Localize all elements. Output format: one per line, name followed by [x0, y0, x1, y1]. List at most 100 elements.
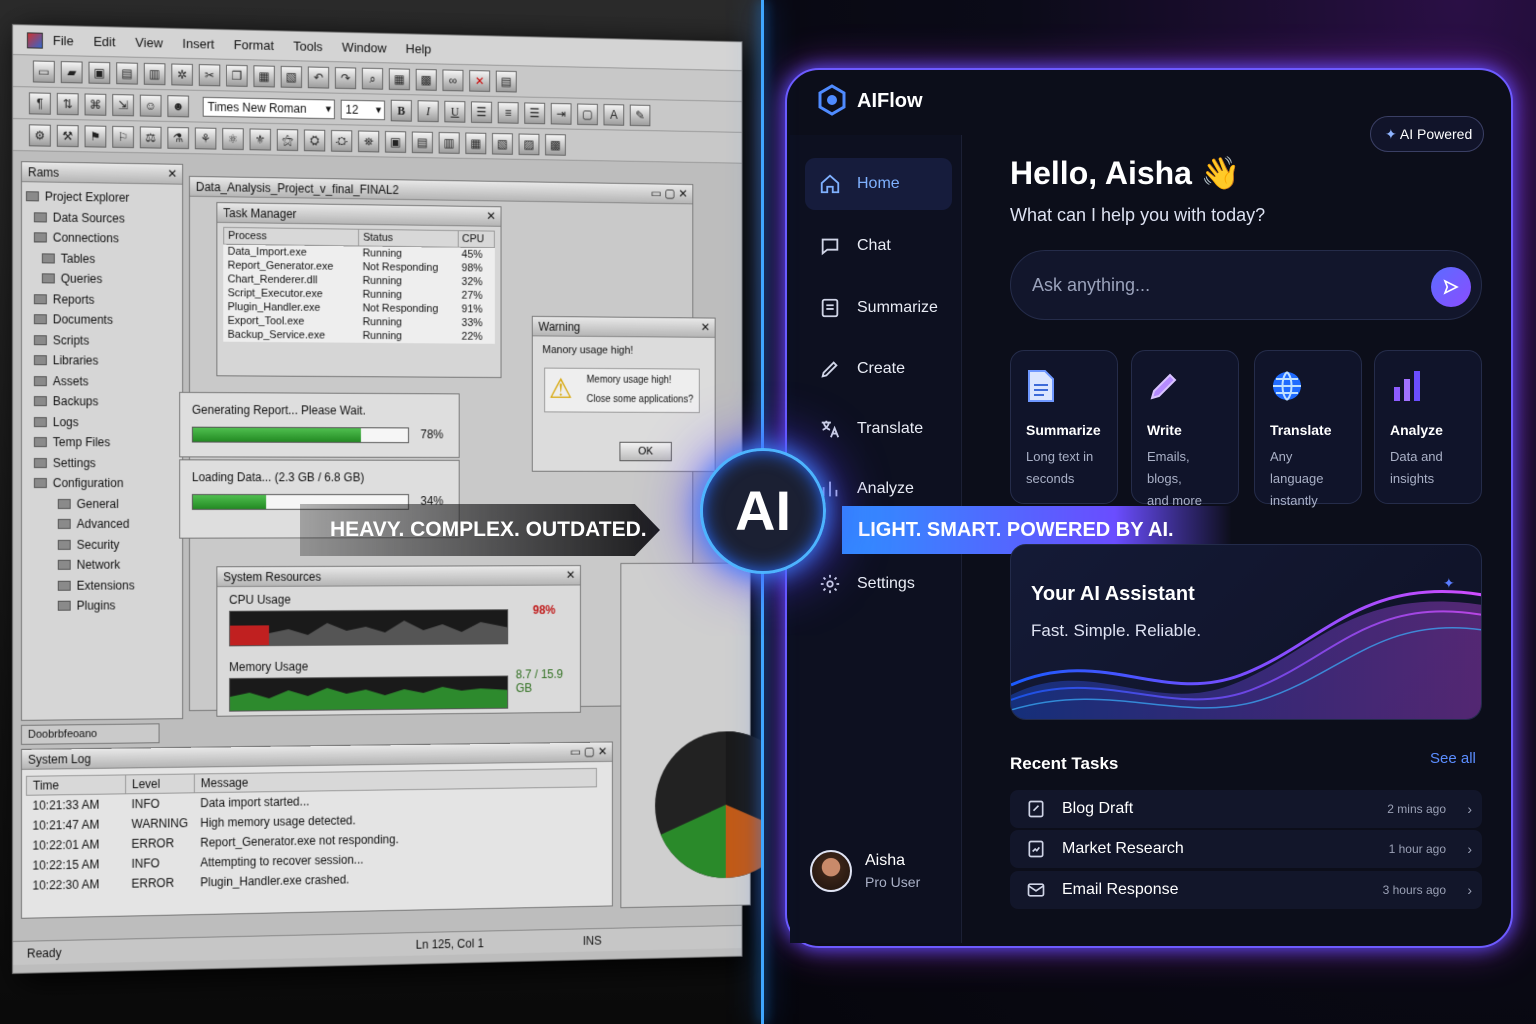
bottom-tab[interactable]: Doobrbfeoano: [20, 723, 160, 745]
tool-e-icon[interactable]: ⚖: [139, 125, 162, 149]
underline-button[interactable]: U: [444, 100, 466, 123]
column-header[interactable]: CPU: [457, 230, 495, 248]
tool-i-icon[interactable]: ⚜: [249, 127, 271, 151]
column-header[interactable]: Status: [358, 229, 458, 248]
tree-item[interactable]: Tables: [26, 248, 182, 270]
tree-item[interactable]: Assets: [26, 371, 182, 392]
tree-item[interactable]: Connections: [26, 227, 182, 249]
tool-l-icon[interactable]: ⛮: [331, 129, 353, 152]
bold-button[interactable]: B: [390, 99, 412, 122]
tree-item[interactable]: Configuration: [26, 473, 182, 494]
nav-translate[interactable]: Translate: [805, 403, 952, 455]
tool-s-icon[interactable]: ▨: [518, 133, 540, 155]
tool-m-icon[interactable]: ⛯: [358, 129, 380, 152]
highlight-icon[interactable]: ✎: [629, 104, 651, 126]
task-market-research[interactable]: Market Research 1 hour ago ›: [1010, 830, 1482, 868]
card-translate[interactable]: Translate Any language instantly: [1254, 350, 1362, 508]
menu-help[interactable]: Help: [406, 41, 432, 56]
window-controls-icon[interactable]: ▭ ▢ ✕: [651, 186, 688, 200]
tree-item[interactable]: Settings: [26, 453, 182, 474]
tool-n-icon[interactable]: ▣: [384, 130, 407, 153]
copy-icon[interactable]: ❐: [226, 64, 248, 87]
filter-icon[interactable]: ⌘: [84, 92, 107, 116]
tool-q-icon[interactable]: ▦: [465, 132, 487, 154]
close-icon[interactable]: ✕: [566, 568, 575, 582]
column-header[interactable]: Process: [223, 227, 359, 246]
link-icon[interactable]: ∞: [442, 68, 464, 91]
card-analyze[interactable]: Analyze Data and insights: [1374, 350, 1482, 504]
tool-a-icon[interactable]: ⚙: [28, 123, 51, 147]
menu-file[interactable]: File: [53, 33, 74, 48]
open-folder-icon[interactable]: ▰: [60, 60, 83, 83]
align-right-icon[interactable]: ☰: [524, 101, 546, 124]
border-icon[interactable]: ▢: [577, 103, 598, 125]
group-icon[interactable]: ☻: [167, 94, 189, 117]
tool-g-icon[interactable]: ⚘: [194, 126, 217, 150]
chart-icon[interactable]: ▩: [415, 68, 437, 91]
column-header[interactable]: Level: [125, 773, 195, 794]
tree-item[interactable]: Scripts: [26, 330, 182, 352]
font-size-select[interactable]: 12: [340, 99, 385, 120]
tool-r-icon[interactable]: ▧: [492, 132, 513, 155]
column-header[interactable]: Time: [26, 774, 126, 796]
tree-item[interactable]: Extensions: [26, 575, 182, 596]
tool-b-icon[interactable]: ⚒: [56, 124, 79, 147]
nav-summarize[interactable]: Summarize: [805, 282, 952, 334]
tool-k-icon[interactable]: ⛭: [303, 128, 326, 152]
ask-input[interactable]: [1032, 268, 1412, 302]
sort-icon[interactable]: ⇅: [56, 92, 79, 115]
tool-d-icon[interactable]: ⚐: [112, 125, 134, 148]
ok-button[interactable]: OK: [619, 441, 672, 462]
tool-j-icon[interactable]: ⚝: [276, 128, 299, 151]
nav-home[interactable]: Home: [805, 158, 952, 210]
menu-edit[interactable]: Edit: [93, 34, 115, 49]
tree-item[interactable]: General: [26, 494, 182, 514]
undo-icon[interactable]: ↶: [307, 65, 330, 89]
print-preview-icon[interactable]: ▥: [143, 62, 166, 85]
tree-item[interactable]: Project Explorer: [25, 186, 182, 209]
menu-window[interactable]: Window: [342, 40, 387, 56]
tree-item[interactable]: Plugins: [26, 595, 182, 616]
tree-item[interactable]: Temp Files: [26, 432, 182, 453]
task-email-response[interactable]: Email Response 3 hours ago ›: [1010, 871, 1482, 909]
tree-item[interactable]: Network: [26, 555, 182, 576]
close-icon[interactable]: ✕: [486, 209, 496, 223]
redo-icon[interactable]: ↷: [334, 66, 357, 89]
menu-format[interactable]: Format: [234, 37, 274, 53]
tool-o-icon[interactable]: ▤: [411, 130, 433, 153]
user-icon[interactable]: ☺: [139, 94, 162, 117]
card-write[interactable]: Write Emails, blogs, and more: [1131, 350, 1239, 508]
tree-item[interactable]: Documents: [26, 309, 182, 331]
tree-item[interactable]: Queries: [26, 268, 182, 290]
tool-p-icon[interactable]: ▥: [438, 131, 460, 154]
menu-insert[interactable]: Insert: [182, 36, 214, 52]
print-icon[interactable]: ▤: [116, 61, 138, 85]
new-file-icon[interactable]: ▭: [32, 59, 55, 83]
text-color-icon[interactable]: A: [603, 103, 625, 126]
see-all-link[interactable]: See all: [1430, 750, 1476, 767]
menu-tools[interactable]: Tools: [293, 39, 322, 54]
nav-chat[interactable]: Chat: [805, 220, 952, 272]
nav-create[interactable]: Create: [805, 343, 952, 395]
font-name-select[interactable]: Times New Roman: [202, 96, 335, 119]
nav-settings[interactable]: Settings: [805, 558, 952, 610]
task-blog-draft[interactable]: Blog Draft 2 mins ago ›: [1010, 790, 1482, 828]
close-icon[interactable]: ✕: [167, 167, 177, 181]
italic-button[interactable]: I: [417, 99, 439, 122]
paste-icon[interactable]: ▦: [253, 64, 275, 87]
close-icon[interactable]: ✕: [701, 320, 710, 334]
tree-item[interactable]: Reports: [26, 289, 182, 311]
avatar[interactable]: [810, 850, 852, 892]
find-icon[interactable]: ⌕: [361, 67, 384, 90]
send-button[interactable]: [1431, 267, 1471, 307]
tree-item[interactable]: Security: [26, 534, 182, 555]
save-icon[interactable]: ▣: [88, 61, 111, 84]
settings-icon[interactable]: ✲: [171, 62, 193, 86]
import-icon[interactable]: ⇲: [112, 93, 134, 116]
clipboard-icon[interactable]: ▧: [280, 65, 303, 88]
properties-icon[interactable]: ▤: [495, 70, 517, 93]
tree-item[interactable]: Data Sources: [26, 207, 182, 230]
tool-h-icon[interactable]: ⚛: [222, 127, 244, 150]
table-row[interactable]: Backup_Service.exe Running 22%: [224, 328, 495, 344]
delete-icon[interactable]: ✕: [469, 69, 491, 92]
